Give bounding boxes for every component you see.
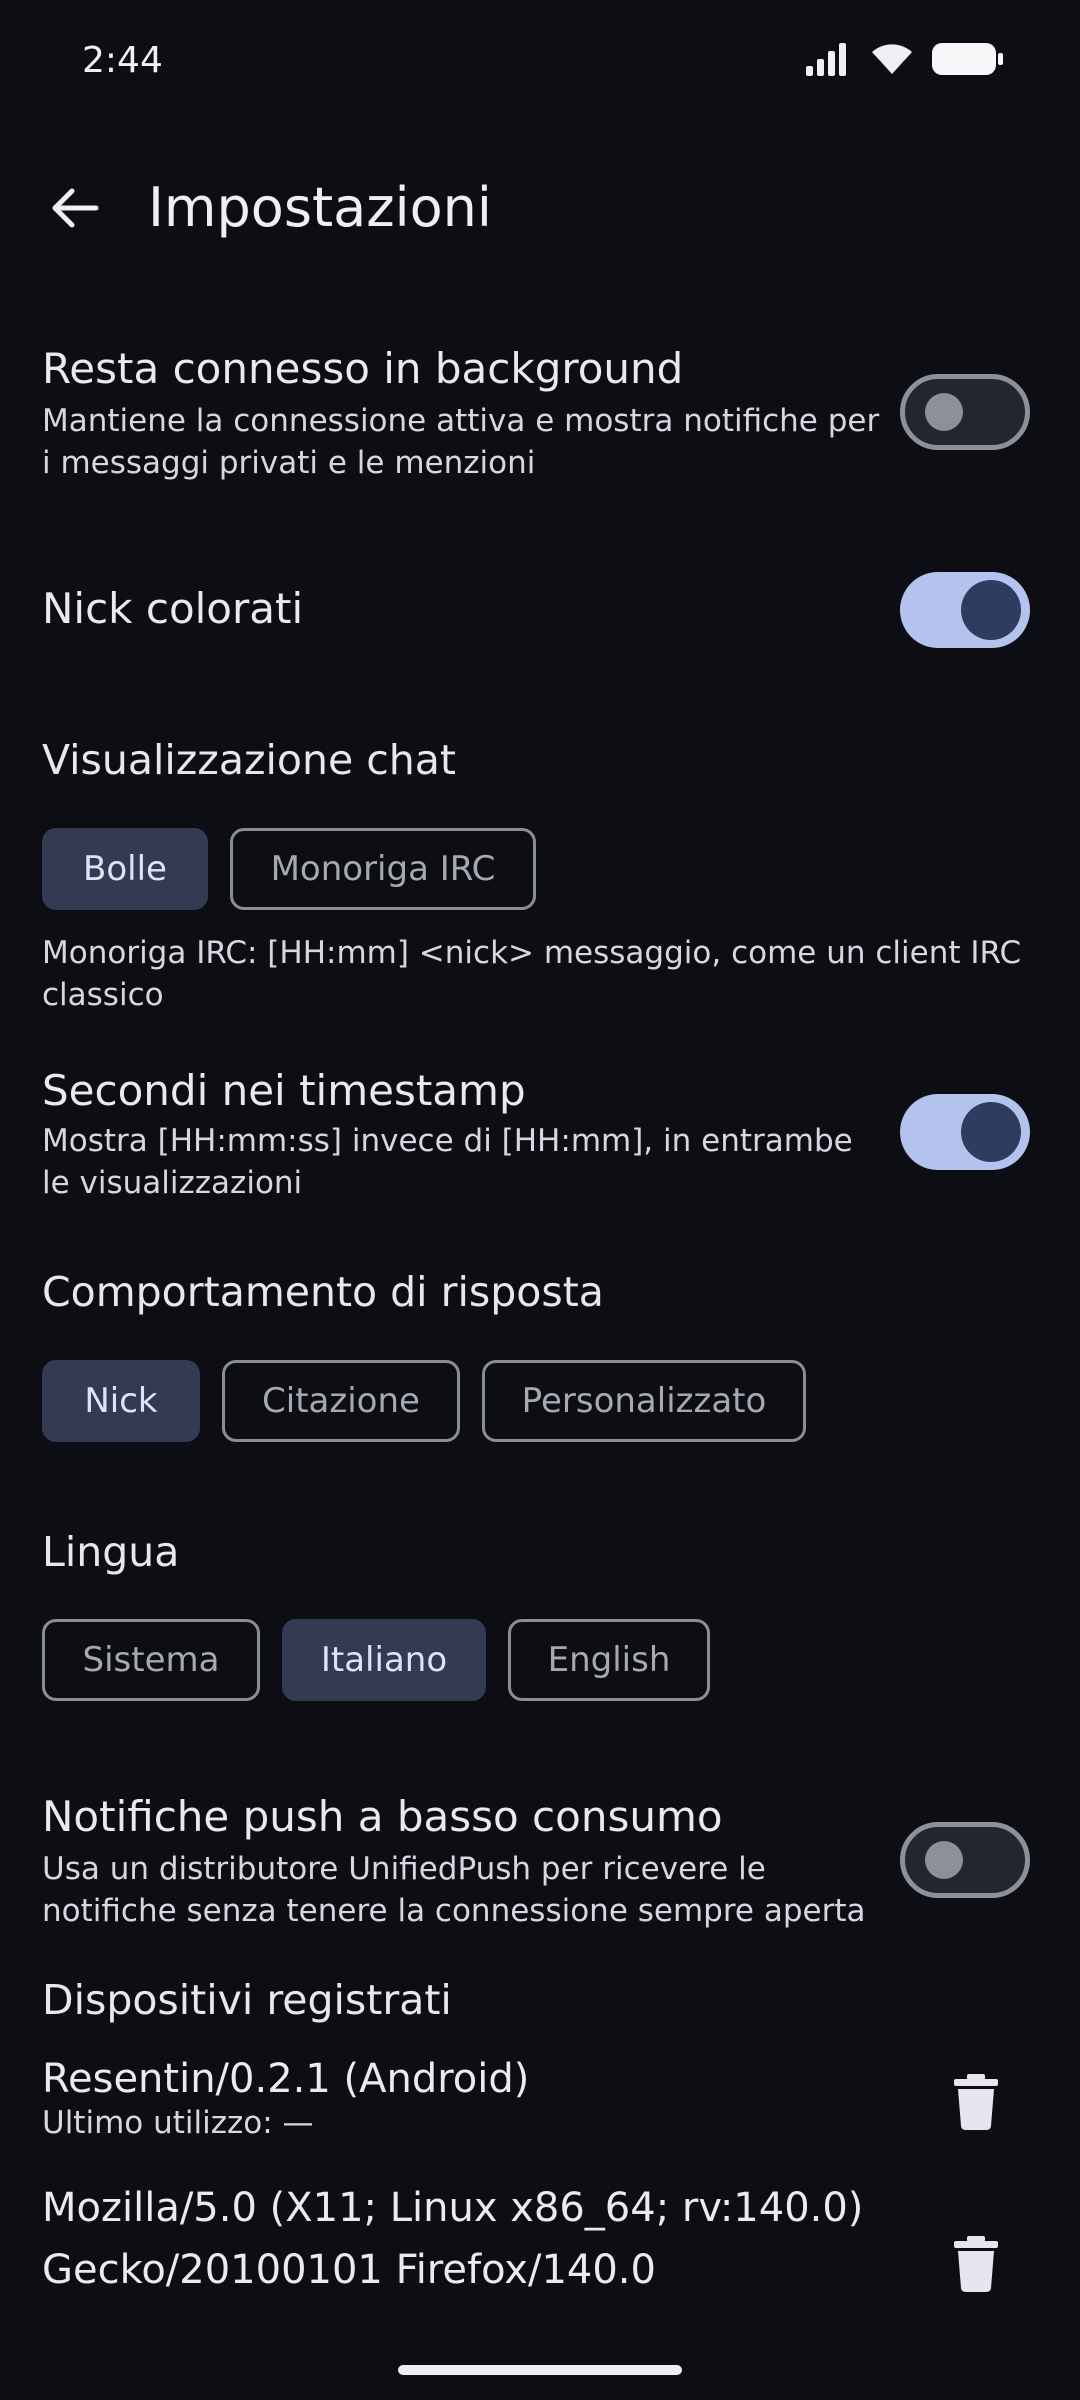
chip-nick[interactable]: Nick: [42, 1360, 200, 1442]
home-indicator[interactable]: [398, 2365, 682, 2375]
chat-view-note: Monoriga IRC: [HH:mm] <nick> messaggio, …: [42, 935, 1022, 1013]
device-name-line2: Gecko/20100101 Firefox/140.0: [42, 2247, 656, 2293]
push-description: Usa un distributore UnifiedPush per rice…: [42, 1851, 866, 1929]
status-icons: [806, 42, 1004, 76]
push-toggle[interactable]: [900, 1822, 1030, 1898]
background-label: Resta connesso in background: [42, 344, 684, 393]
reply-behavior-title: Comportamento di risposta: [42, 1268, 604, 1316]
device-name: Resentin/0.2.1 (Android): [42, 2056, 530, 2102]
status-time: 2:44: [82, 40, 163, 81]
page-title: Impostazioni: [148, 176, 492, 239]
chip-english[interactable]: English: [508, 1619, 710, 1701]
chip-bolle[interactable]: Bolle: [42, 828, 208, 910]
back-arrow-icon[interactable]: [46, 180, 102, 236]
delete-icon[interactable]: [954, 2236, 998, 2292]
signal-icon: [806, 43, 846, 76]
colored-nicks-toggle[interactable]: [900, 572, 1030, 648]
chat-view-title: Visualizzazione chat: [42, 736, 456, 784]
chip-citazione[interactable]: Citazione: [222, 1360, 460, 1442]
toggle-knob: [961, 580, 1021, 640]
timestamp-seconds-toggle[interactable]: [900, 1094, 1030, 1170]
chip-monoriga-irc[interactable]: Monoriga IRC: [230, 828, 536, 910]
language-title: Lingua: [42, 1528, 180, 1576]
battery-icon: [932, 43, 1003, 75]
timestamp-seconds-description: Mostra [HH:mm:ss] invece di [HH:mm], in …: [42, 1123, 853, 1201]
devices-title: Dispositivi registrati: [42, 1976, 452, 2024]
device-last-used: Ultimo utilizzo: —: [42, 2105, 314, 2141]
chip-italiano[interactable]: Italiano: [282, 1619, 486, 1701]
wifi-icon: [872, 44, 912, 74]
push-label: Notifiche push a basso consumo: [42, 1792, 723, 1841]
timestamp-seconds-label: Secondi nei timestamp: [42, 1066, 526, 1115]
device-name: Mozilla/5.0 (X11; Linux x86_64; rv:140.0…: [42, 2185, 864, 2231]
toggle-knob: [961, 1102, 1021, 1162]
toggle-knob: [925, 393, 963, 431]
chip-personalizzato[interactable]: Personalizzato: [482, 1360, 806, 1442]
delete-icon[interactable]: [954, 2074, 998, 2130]
toggle-knob: [925, 1841, 963, 1879]
background-description: Mantiene la connessione attiva e mostra …: [42, 403, 880, 481]
chip-sistema[interactable]: Sistema: [42, 1619, 260, 1701]
background-toggle[interactable]: [900, 374, 1030, 450]
colored-nicks-label: Nick colorati: [42, 584, 304, 633]
